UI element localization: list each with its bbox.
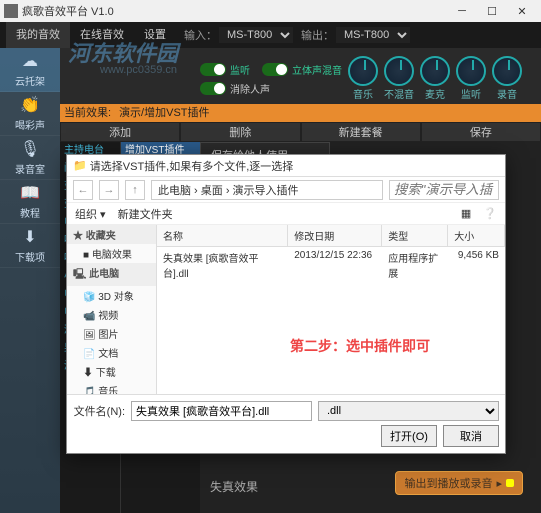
file-list-header: 名称 修改日期 类型 大小 — [157, 225, 505, 247]
col-size[interactable]: 大小 — [448, 225, 505, 246]
filter-select[interactable]: .dll — [318, 401, 499, 421]
organize-menu[interactable]: 组织 ▾ — [75, 206, 106, 222]
knob-music[interactable]: 音乐 — [348, 56, 378, 101]
nav-tutorial[interactable]: 📖教程 — [0, 180, 60, 224]
btn-delete[interactable]: 删除 — [180, 122, 300, 142]
top-tabbar: 我的音效 在线音效 设置 输入： MS-T800 输出： MS-T800 — [0, 22, 541, 48]
tab-my-effects[interactable]: 我的音效 — [6, 22, 70, 48]
file-row[interactable]: 失真效果 [疯歌音效平台].dll 2013/12/15 22:36 应用程序扩… — [157, 247, 505, 283]
sidebar-item[interactable]: ⬇ 下载 — [67, 362, 156, 381]
help-icon[interactable]: ❔ — [483, 207, 497, 220]
sidebar-item[interactable]: 📄 文档 — [67, 343, 156, 362]
book-icon: 📖 — [20, 183, 40, 203]
maximize-button[interactable]: ☐ — [477, 5, 507, 18]
btn-add[interactable]: 添加 — [60, 122, 180, 142]
input-label: 输入： — [184, 27, 217, 43]
col-name[interactable]: 名称 — [157, 225, 288, 246]
window-title: 疯歌音效平台 V1.0 — [22, 3, 114, 19]
search-input[interactable] — [389, 180, 499, 200]
knob-nomix[interactable]: 不混音 — [384, 56, 414, 101]
sidebar-item[interactable]: 📹 视频 — [67, 305, 156, 324]
close-button[interactable]: ✕ — [507, 5, 537, 18]
nav-fwd-button[interactable]: → — [99, 180, 119, 200]
col-date[interactable]: 修改日期 — [288, 225, 382, 246]
nav-download[interactable]: ⬇下载项 — [0, 224, 60, 268]
filename-label: 文件名(N): — [73, 403, 125, 419]
sidebar-group-fav[interactable]: ★ 收藏夹 — [67, 225, 156, 244]
tab-settings[interactable]: 设置 — [134, 22, 176, 48]
dialog-sidebar: ★ 收藏夹 ■ 电脑效果 🖳 此电脑 🧊 3D 对象 📹 视频 🖼 图片 📄 文… — [67, 225, 157, 394]
download-icon: ⬇ — [23, 227, 36, 247]
toggle-stereo[interactable] — [262, 63, 288, 76]
watermark-url: www.pc0359.cn — [100, 64, 177, 76]
output-label: 输出： — [301, 27, 334, 43]
nav-back-button[interactable]: ← — [73, 180, 93, 200]
new-folder-button[interactable]: 新建文件夹 — [118, 206, 173, 222]
knob-mic[interactable]: 麦克 — [420, 56, 450, 101]
sidebar-item[interactable]: 🎵 音乐 — [67, 381, 156, 394]
knob-record[interactable]: 录音 — [492, 56, 522, 101]
nav-cloud[interactable]: ☁云托架 — [0, 48, 60, 92]
view-icon[interactable]: ▦ — [461, 207, 471, 220]
indicator-icon — [506, 479, 514, 487]
app-icon — [4, 4, 18, 18]
file-open-dialog: 📁 请选择VST插件,如果有多个文件,逐一选择 ← → ↑ 此电脑 › 桌面 ›… — [66, 154, 506, 454]
sidebar-group-pc[interactable]: 🖳 此电脑 — [67, 263, 156, 286]
folder-icon: 📁 — [73, 159, 87, 172]
file-list: 名称 修改日期 类型 大小 失真效果 [疯歌音效平台].dll 2013/12/… — [157, 225, 505, 394]
sidebar-item[interactable]: 🧊 3D 对象 — [67, 286, 156, 305]
mic-icon: 🎙 — [20, 139, 40, 159]
nav-up-button[interactable]: ↑ — [125, 180, 145, 200]
left-sidebar: ☁云托架 👏喝彩声 🎙录音室 📖教程 ⬇下载项 — [0, 48, 60, 513]
output-device-select[interactable]: MS-T800 — [336, 27, 410, 43]
nav-applause[interactable]: 👏喝彩声 — [0, 92, 60, 136]
btn-save[interactable]: 保存 — [421, 122, 541, 142]
sidebar-item[interactable]: ■ 电脑效果 — [67, 244, 156, 263]
toggle-denoise[interactable] — [200, 82, 226, 95]
breadcrumb[interactable]: 此电脑 › 桌面 › 演示导入插件 — [151, 180, 383, 200]
clap-icon: 👏 — [20, 95, 40, 115]
dialog-title: 📁 请选择VST插件,如果有多个文件,逐一选择 — [67, 155, 505, 177]
filename-input[interactable] — [131, 401, 312, 421]
distortion-label: 失真效果 — [210, 478, 258, 495]
cancel-button[interactable]: 取消 — [443, 425, 499, 447]
window-titlebar: 疯歌音效平台 V1.0 ─ ☐ ✕ — [0, 0, 541, 22]
sidebar-item[interactable]: 🖼 图片 — [67, 324, 156, 343]
current-effect-bar: 当前效果:演示/增加VST插件 — [60, 104, 541, 122]
chevron-icon: ▸ — [496, 477, 502, 490]
input-device-select[interactable]: MS-T800 — [219, 27, 293, 43]
cloud-icon: ☁ — [22, 51, 38, 71]
knob-row: 监听立体声混音 消除人声 音乐 不混音 麦克 监听 录音 — [200, 56, 537, 101]
tab-online-effects[interactable]: 在线音效 — [70, 22, 134, 48]
nav-studio[interactable]: 🎙录音室 — [0, 136, 60, 180]
knob-monitor[interactable]: 监听 — [456, 56, 486, 101]
minimize-button[interactable]: ─ — [447, 5, 477, 17]
open-button[interactable]: 打开(O) — [381, 425, 437, 447]
toggle-monitor[interactable] — [200, 63, 226, 76]
output-badge[interactable]: 输出到播放或录音▸ — [395, 471, 523, 495]
col-type[interactable]: 类型 — [382, 225, 448, 246]
btn-new-preset[interactable]: 新建套餐 — [301, 122, 421, 142]
